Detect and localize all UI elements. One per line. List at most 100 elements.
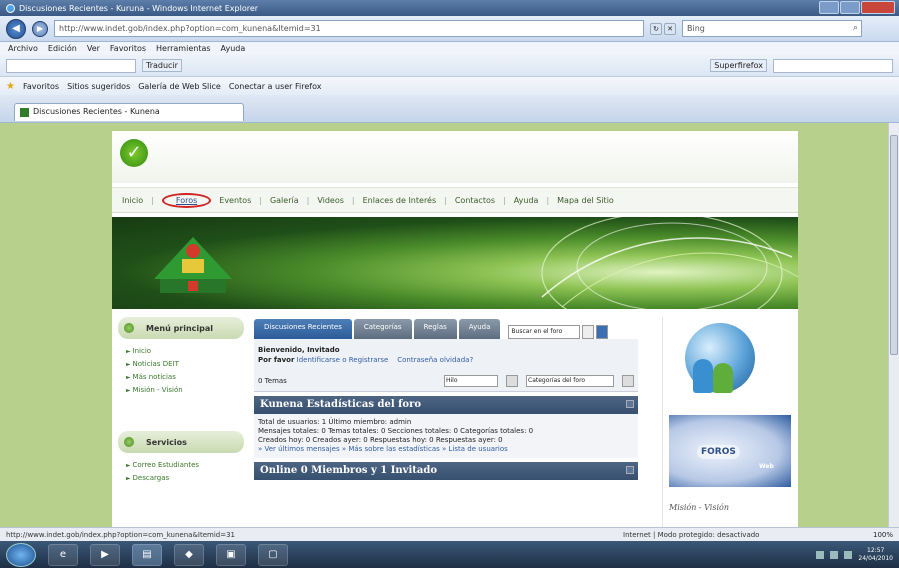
favorites-button[interactable]: Favoritos — [23, 82, 59, 91]
menu-archivo[interactable]: Archivo — [8, 44, 38, 53]
welcome-text: Bienvenido, Invitado — [258, 346, 340, 354]
fav-item-firefox[interactable]: Conectar a user Firefox — [229, 82, 322, 91]
tab-reglas[interactable]: Reglas — [413, 319, 457, 339]
menu-edicion[interactable]: Edición — [48, 44, 77, 53]
status-url: http://www.indet.gob/index.php?option=co… — [6, 530, 235, 539]
address-bar-row: ◀ ▶ http://www.indet.gob/index.php?optio… — [0, 16, 899, 42]
forward-button[interactable]: ▶ — [32, 20, 48, 37]
stats-box: Total de usuarios: 1 Último miembro: adm… — [254, 414, 638, 458]
forgot-password-link[interactable]: Contraseña olvidada? — [397, 356, 473, 364]
menu-link-mision[interactable]: Misión - Visión — [126, 384, 236, 397]
left-sidebar: Menú principal Inicio Noticias DEIT Más … — [118, 317, 244, 491]
filter-go-button[interactable] — [506, 375, 518, 387]
collapse-online-icon[interactable] — [626, 466, 634, 474]
url-field[interactable]: http://www.indet.gob/index.php?option=co… — [54, 20, 644, 37]
taskbar-window-icon[interactable]: ▢ — [258, 543, 288, 566]
stats-line-1: Total de usuarios: 1 Último miembro: adm… — [258, 418, 412, 426]
globe-swirl-icon — [541, 217, 798, 309]
taskbar-ie-icon[interactable]: e — [48, 543, 78, 566]
nav-contactos[interactable]: Contactos — [455, 196, 495, 205]
category-select[interactable]: Categorías del foro — [526, 375, 614, 387]
close-window-button[interactable] — [861, 1, 895, 14]
stop-icon[interactable]: ✕ — [664, 22, 676, 35]
stats-title: Kunena Estadísticas del foro — [254, 396, 638, 414]
taskbar-media-icon[interactable]: ▶ — [90, 543, 120, 566]
filter-select[interactable]: Hilo — [444, 375, 498, 387]
menu-link-inicio[interactable]: Inicio — [126, 345, 236, 358]
stats-links[interactable]: » Ver últimos mensajes » Más sobre las e… — [258, 445, 634, 454]
scrollbar-thumb[interactable] — [890, 135, 898, 355]
fav-item-sugeridos[interactable]: Sitios sugeridos — [67, 82, 130, 91]
taskbar: e ▶ ▤ ◆ ▣ ▢ 12:57 24/04/2010 — [0, 541, 899, 568]
maximize-button[interactable] — [840, 1, 860, 14]
nav-foros[interactable]: Foros — [161, 192, 212, 208]
forum-search-input[interactable]: Buscar en el foro — [508, 325, 581, 339]
menu-link-mas-noticias[interactable]: Más noticias — [126, 371, 236, 384]
nav-galeria[interactable]: Galería — [270, 196, 299, 205]
stats-line-3: Creados hoy: 0 Creados ayer: 0 Respuesta… — [258, 436, 503, 444]
filter-row: 0 Temas Hilo Categorías del foro — [254, 371, 638, 392]
toolbar-field-right[interactable] — [773, 58, 893, 73]
menu-favoritos[interactable]: Favoritos — [110, 44, 146, 53]
category-go-button[interactable] — [622, 375, 634, 387]
menu-herramientas[interactable]: Herramientas — [156, 44, 211, 53]
vertical-scrollbar[interactable] — [888, 123, 899, 527]
services-bullet-icon — [124, 437, 134, 447]
tab-ayuda[interactable]: Ayuda — [458, 319, 501, 339]
mision-label[interactable]: Misión - Visión — [669, 503, 729, 512]
refresh-icon[interactable]: ↻ — [650, 22, 662, 35]
forum-go-button[interactable] — [596, 325, 609, 339]
browser-tab[interactable]: Discusiones Recientes - Kunena — [14, 103, 244, 121]
nav-ayuda[interactable]: Ayuda — [514, 196, 539, 205]
translate-button[interactable]: Traducir — [142, 59, 182, 72]
nav-videos[interactable]: Videos — [317, 196, 344, 205]
menu-ayuda[interactable]: Ayuda — [221, 44, 246, 53]
favorites-star-icon[interactable]: ★ — [6, 81, 15, 92]
status-bar: http://www.indet.gob/index.php?option=co… — [0, 527, 899, 541]
nav-enlaces[interactable]: Enlaces de Interés — [363, 196, 437, 205]
nav-inicio[interactable]: Inicio — [122, 196, 143, 205]
clock[interactable]: 12:57 24/04/2010 — [858, 547, 893, 563]
foros-small-label: Web — [759, 463, 774, 470]
site-nav: Inicio | Foros Eventos | Galería | Video… — [112, 187, 798, 213]
menu-ver[interactable]: Ver — [87, 44, 100, 53]
menu-bullet-icon — [124, 323, 134, 333]
fav-item-webslice[interactable]: Galería de Web Slice — [138, 82, 221, 91]
volume-icon[interactable] — [830, 550, 839, 559]
foros-banner[interactable]: FOROS Web — [669, 415, 791, 487]
window-titlebar: Discusiones Recientes - Kuruna - Windows… — [0, 0, 899, 16]
back-button[interactable]: ◀ — [6, 18, 26, 39]
taskbar-folder-icon[interactable]: ▤ — [132, 543, 162, 566]
nav-mapa[interactable]: Mapa del Sitio — [557, 196, 614, 205]
search-field[interactable]: Bing ⌕ — [682, 20, 862, 37]
login-link[interactable]: Identificarse o Registrarse — [297, 356, 389, 364]
flag-icon[interactable] — [844, 550, 853, 559]
taskbar-office-icon[interactable]: ▣ — [216, 543, 246, 566]
search-icon[interactable]: ⌕ — [853, 23, 858, 33]
forum-search-button[interactable] — [582, 325, 595, 339]
menu-link-noticias[interactable]: Noticias DEIT — [126, 358, 236, 371]
start-button[interactable] — [6, 542, 36, 567]
site-header: ✓ — [112, 131, 798, 183]
favorites-bar: ★ Favoritos Sitios sugeridos Galería de … — [0, 77, 899, 95]
nav-eventos[interactable]: Eventos — [219, 196, 251, 205]
collapse-icon[interactable] — [626, 400, 634, 408]
zoom-level[interactable]: 100% — [813, 531, 893, 539]
services-link-descargas[interactable]: Descargas — [126, 472, 236, 485]
taskbar-app-icon[interactable]: ◆ — [174, 543, 204, 566]
services-link-correo[interactable]: Correo Estudiantes — [126, 459, 236, 472]
tab-categorias[interactable]: Categorías — [353, 319, 412, 339]
foros-label: FOROS — [697, 445, 740, 459]
site-container: ✓ Inicio | Foros Eventos | Galería | Vid… — [112, 131, 798, 527]
system-tray: 12:57 24/04/2010 — [816, 547, 893, 563]
tab-discusiones[interactable]: Discusiones Recientes — [254, 319, 352, 339]
minimize-button[interactable] — [819, 1, 839, 14]
clock-time: 12:57 — [867, 546, 885, 554]
toolbar-search-field[interactable] — [6, 58, 136, 73]
url-tools: ↻ ✕ — [650, 22, 676, 35]
network-icon[interactable] — [816, 550, 825, 559]
superfast-button[interactable]: Superfirefox — [710, 59, 767, 72]
tab-title: Discusiones Recientes - Kunena — [33, 107, 160, 116]
forum-panel: Discusiones Recientes Categorías Reglas … — [254, 317, 638, 527]
stats-line-2: Mensajes totales: 0 Temas totales: 0 Sec… — [258, 427, 534, 435]
